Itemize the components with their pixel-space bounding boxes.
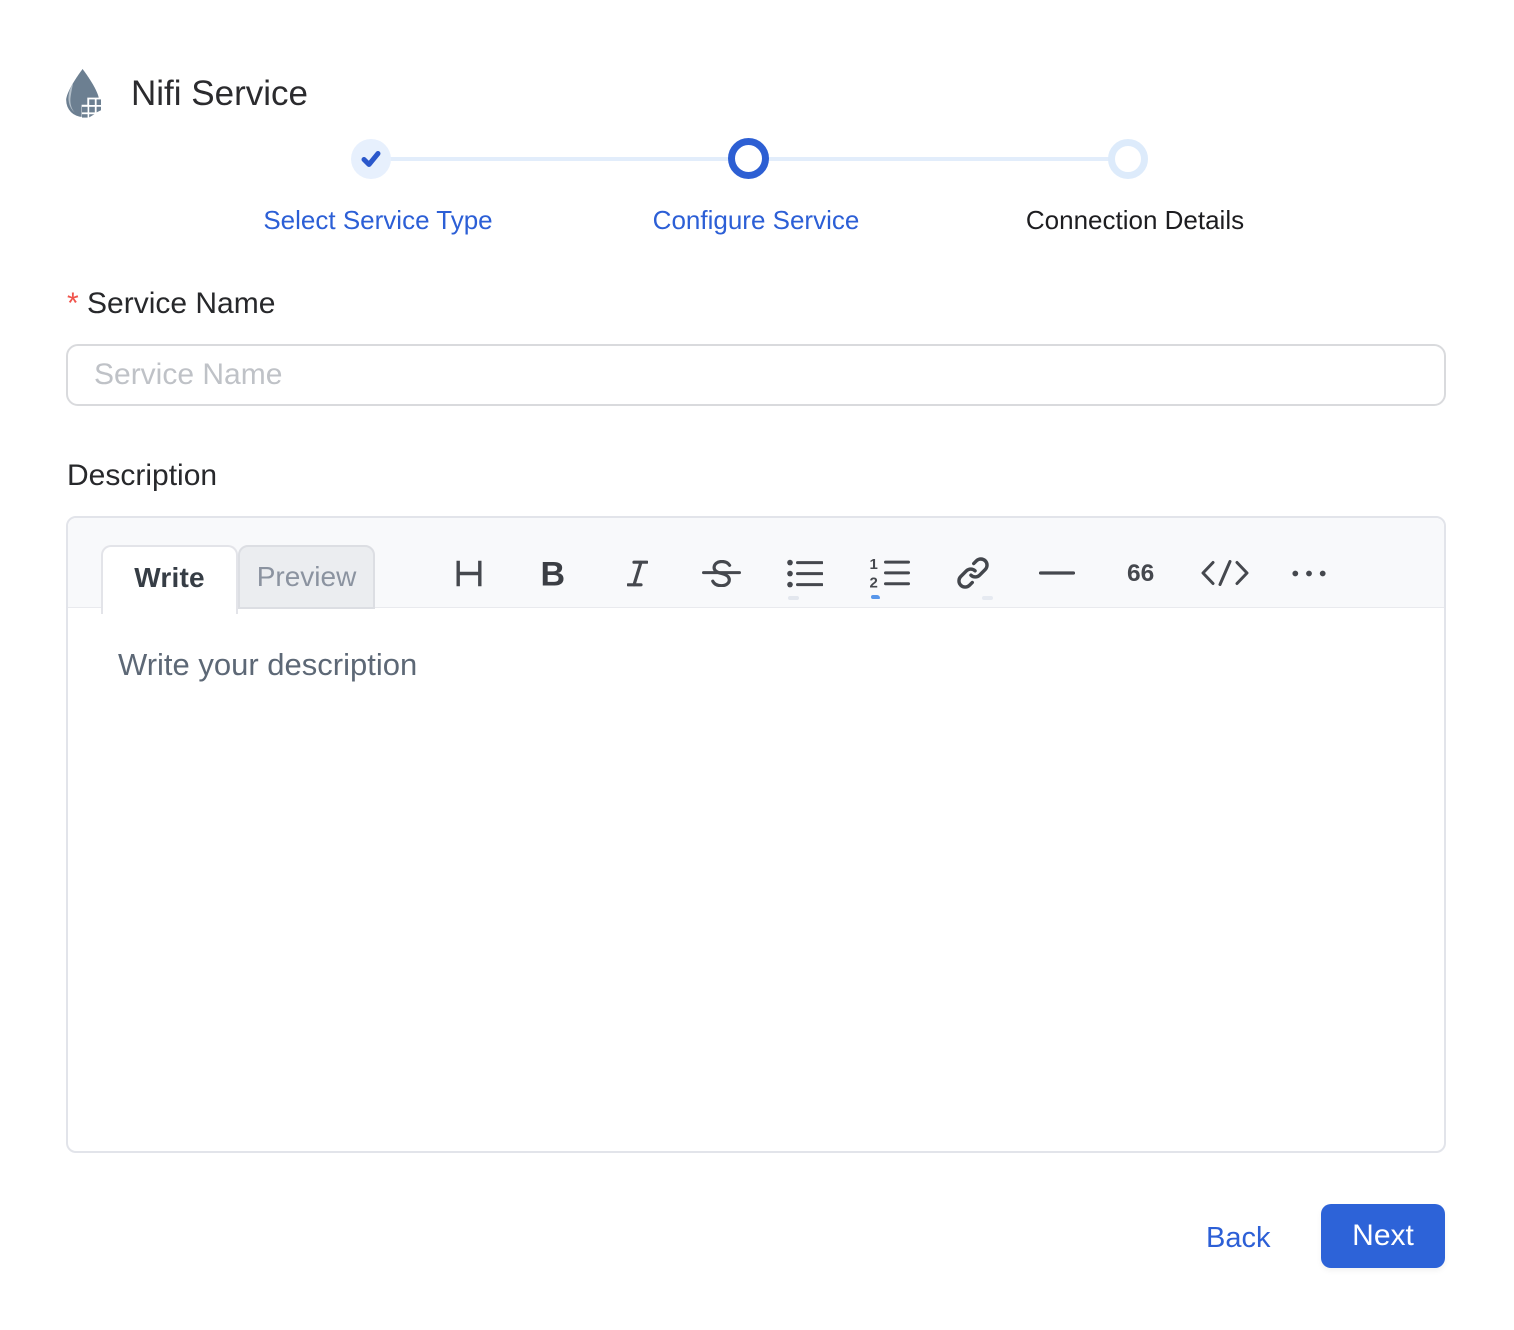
svg-text:B: B [540,560,565,587]
svg-text:66: 66 [1127,563,1154,583]
svg-text:2: 2 [869,575,877,588]
svg-text:1: 1 [869,558,877,573]
